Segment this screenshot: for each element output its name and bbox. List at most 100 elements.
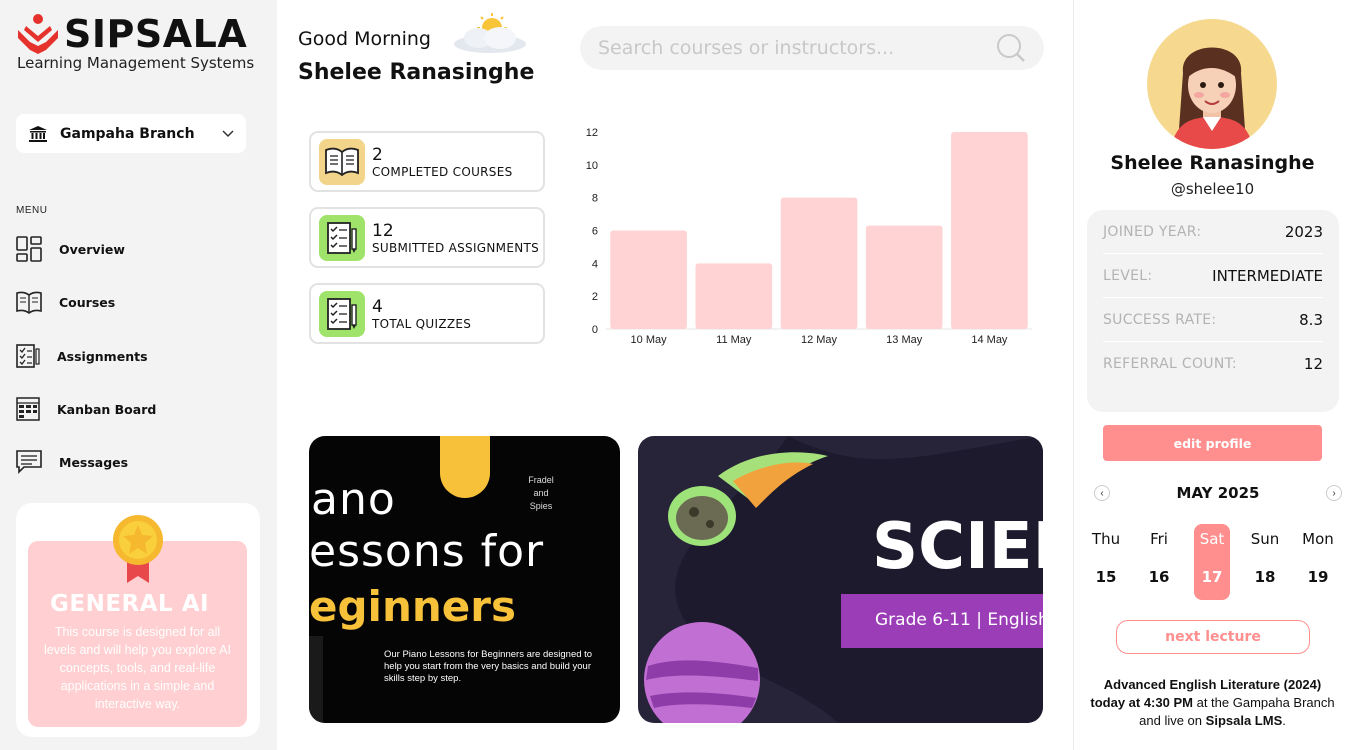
message-icon <box>16 450 42 474</box>
chart-bar[interactable] <box>865 225 943 329</box>
y-tick-label: 2 <box>592 291 598 303</box>
nav-item-courses[interactable]: Courses <box>16 290 115 314</box>
day-date: 17 <box>1201 568 1223 586</box>
day-date: 15 <box>1095 568 1117 586</box>
stat-card-total-quizzes[interactable]: 4 TOTAL QUIZZES <box>309 283 545 344</box>
nav-item-kanban-board[interactable]: Kanban Board <box>16 397 156 421</box>
y-tick-label: 6 <box>592 226 598 238</box>
stat-label: TOTAL QUIZZES <box>372 316 472 331</box>
piano-brand-line: and <box>533 488 549 498</box>
user-name-heading: Shelee Ranasinghe <box>298 60 535 85</box>
lecture-course: Advanced English Literature (2024) <box>1103 677 1322 692</box>
profile-name: Shelee Ranasinghe <box>1110 152 1315 174</box>
day-date: 19 <box>1307 568 1329 586</box>
book-icon <box>16 291 42 314</box>
x-tick-label: 13 May <box>886 334 923 346</box>
x-tick-label: 12 May <box>801 334 838 346</box>
y-tick-label: 12 <box>586 127 598 139</box>
brand-name: SIPSALA <box>64 12 248 56</box>
info-value: 8.3 <box>1299 310 1323 329</box>
piano-title-line-2: essons for <box>309 526 545 577</box>
course-card-piano[interactable]: Fradel and Spies ano essons for eginners… <box>309 436 620 723</box>
calendar-prev-button[interactable]: ‹ <box>1094 485 1110 501</box>
edit-profile-button[interactable]: edit profile <box>1103 425 1322 461</box>
search-input[interactable] <box>598 37 996 59</box>
next-lecture-button[interactable]: next lecture <box>1116 620 1310 654</box>
nav-label-courses: Courses <box>59 294 116 310</box>
info-row-level: LEVEL: INTERMEDIATE <box>1103 254 1323 298</box>
stat-icon-bg <box>319 138 365 185</box>
chart-bar[interactable] <box>780 197 858 329</box>
stat-label: COMPLETED COURSES <box>372 164 513 179</box>
piano-title-line-1: ano <box>311 474 396 525</box>
lecture-end: . <box>1282 713 1286 728</box>
piano-brand: Fradel and Spies <box>523 474 559 513</box>
science-subtitle: Grade 6-11 | English <box>875 610 1043 630</box>
checklist-icon <box>327 221 357 254</box>
info-row-referral-count: REFERRAL COUNT: 12 <box>1103 342 1323 386</box>
y-tick-label: 10 <box>586 160 598 172</box>
nav-label-kanban-board: Kanban Board <box>57 401 157 417</box>
promo-description: This course is designed for all levels a… <box>44 625 231 711</box>
calendar-day[interactable]: Sun 18 <box>1245 524 1285 600</box>
day-name: Mon <box>1302 530 1334 548</box>
day-date: 16 <box>1148 568 1170 586</box>
profile-panel: Shelee Ranasinghe @shelee10 JOINED YEAR:… <box>1073 0 1350 750</box>
search-icon[interactable] <box>996 33 1026 63</box>
calendar-day-selected[interactable]: Sat 17 <box>1194 524 1230 600</box>
nav-item-messages[interactable]: Messages <box>16 450 128 474</box>
promo-title: GENERAL AI <box>50 591 210 617</box>
piano-description: Our Piano Lessons for Beginners are desi… <box>384 649 593 684</box>
chevron-down-icon <box>222 129 234 137</box>
calendar-day[interactable]: Mon 19 <box>1298 524 1338 600</box>
stat-value: 12 <box>372 220 394 241</box>
nav-item-overview[interactable]: Overview <box>16 236 125 262</box>
avatar-image <box>1171 47 1253 149</box>
menu-title: MENU <box>16 205 48 216</box>
profile-handle: @shelee10 <box>1170 180 1255 198</box>
stat-icon-bg <box>319 214 365 261</box>
weather-icon <box>454 13 526 53</box>
promo-card[interactable]: GENERAL AI This course is designed for a… <box>16 503 260 737</box>
course-card-science[interactable]: SCIEN Grade 6-11 | English <box>638 436 1043 723</box>
quiz-icon <box>327 297 357 330</box>
x-tick-label: 11 May <box>716 334 752 346</box>
chart-bar[interactable] <box>695 263 773 329</box>
piano-brand-line: Fradel <box>528 475 554 485</box>
info-row-success-rate: SUCCESS RATE: 8.3 <box>1103 298 1323 342</box>
open-book-icon <box>325 147 359 176</box>
sidebar: SIPSALA Learning Management Systems Gamp… <box>0 0 277 750</box>
stat-card-submitted-assignments[interactable]: 12 SUBMITTED ASSIGNMENTS <box>309 207 545 268</box>
branch-label: Gampaha Branch <box>60 125 195 142</box>
activity-bar-chart: 0 2 4 6 8 10 12 10 May 11 May 12 May 13 May 14 May <box>586 127 1032 346</box>
day-date: 18 <box>1254 568 1276 586</box>
stat-label: SUBMITTED ASSIGNMENTS <box>372 240 540 255</box>
calendar-next-button[interactable]: › <box>1326 485 1342 501</box>
lecture-platform: Sipsala LMS <box>1205 713 1283 728</box>
chart-bar[interactable] <box>951 132 1028 329</box>
info-key: REFERRAL COUNT: <box>1103 356 1237 372</box>
piano-title-line-3: eginners <box>309 582 516 631</box>
grid-icon <box>16 236 42 262</box>
calendar-day[interactable]: Thu 15 <box>1086 524 1126 600</box>
bank-icon <box>29 125 47 142</box>
piano-brand-line: Spies <box>529 501 553 511</box>
avatar[interactable] <box>1147 19 1277 149</box>
lecture-time: today at 4:30 PM <box>1090 695 1193 710</box>
logo[interactable]: SIPSALA Learning Management Systems <box>16 12 254 72</box>
stat-card-completed-courses[interactable]: 2 COMPLETED COURSES <box>309 131 545 192</box>
y-tick-label: 4 <box>592 258 598 270</box>
stat-value: 4 <box>372 296 383 317</box>
branch-selector[interactable]: Gampaha Branch <box>16 114 246 153</box>
search-bar[interactable] <box>580 26 1044 70</box>
info-value: INTERMEDIATE <box>1212 266 1323 285</box>
x-tick-label: 10 May <box>631 334 668 346</box>
greeting: Good Morning <box>298 28 431 50</box>
calendar-day[interactable]: Fri 16 <box>1139 524 1179 600</box>
info-value: 2023 <box>1284 222 1323 241</box>
nav-item-assignments[interactable]: Assignments <box>16 344 148 368</box>
info-key: JOINED YEAR: <box>1103 223 1202 240</box>
stat-value: 2 <box>372 144 383 165</box>
x-tick-label: 14 May <box>971 334 1008 346</box>
chart-bar[interactable] <box>610 230 687 330</box>
